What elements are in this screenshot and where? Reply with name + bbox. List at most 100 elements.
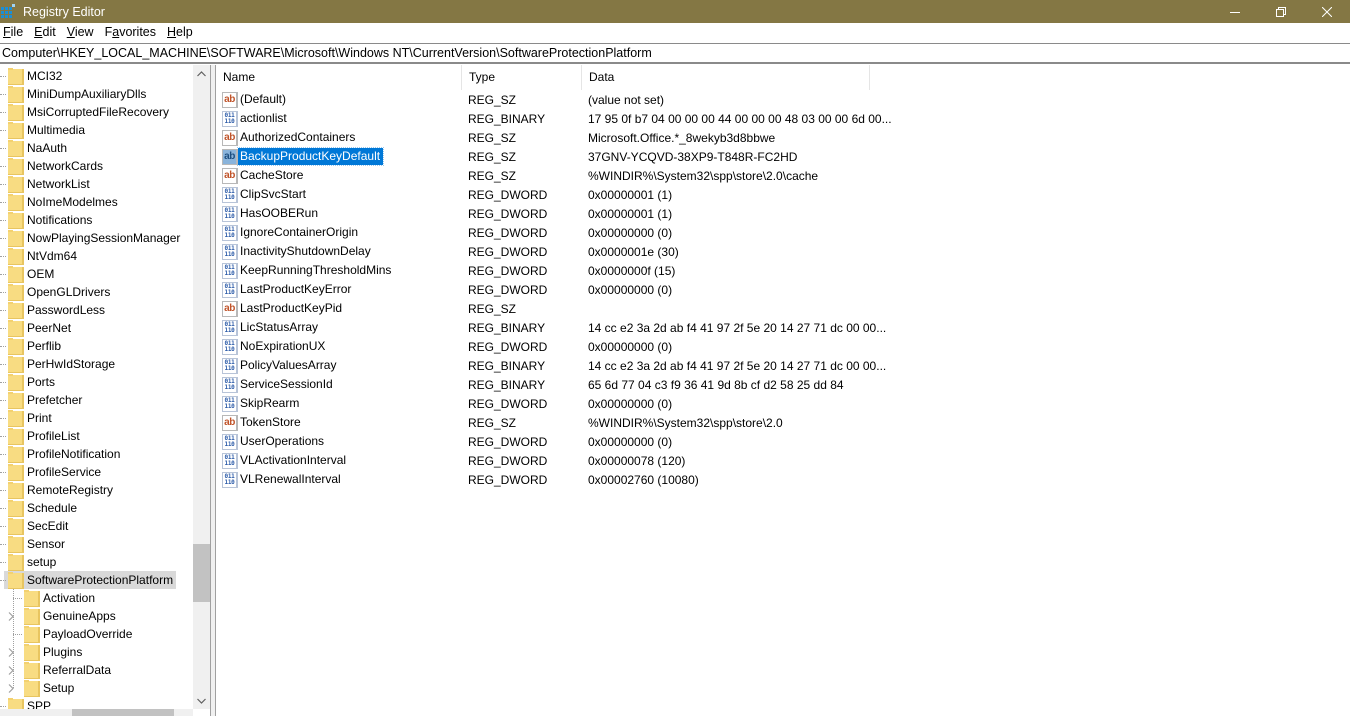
menu-help[interactable]: Help [164, 23, 199, 42]
value-row[interactable]: ab LastProductKeyPid REG_SZ [216, 299, 882, 318]
menu-view[interactable]: View [64, 23, 100, 42]
address-bar[interactable]: Computer\HKEY_LOCAL_MACHINE\SOFTWARE\Mic… [0, 43, 1350, 64]
tree-item-label: NowPlayingSessionManager [27, 231, 181, 245]
tree-item[interactable]: Plugins [24, 643, 85, 661]
tree-item-label: MsiCorruptedFileRecovery [27, 105, 170, 119]
tree-item[interactable]: Setup [24, 679, 77, 697]
tree-item[interactable]: Activation [24, 589, 98, 607]
value-data: 0x00002760 (10080) [588, 472, 699, 487]
tree-item[interactable]: PayloadOverride [24, 625, 135, 643]
value-row[interactable]: ab AuthorizedContainers REG_SZ Microsoft.Of… [216, 128, 882, 147]
value-row[interactable]: ab CacheStore REG_SZ %WINDIR%\System32\spp\… [216, 166, 882, 185]
value-row[interactable]: 011 110 PolicyValuesArray REG_BINARY 14 cc e… [216, 356, 886, 375]
tree-item[interactable]: Schedule [8, 499, 80, 517]
tree-item-label: Schedule [27, 501, 78, 515]
value-name: ServiceSessionId [240, 377, 333, 391]
value-type: REG_DWORD [468, 282, 548, 297]
tree-item[interactable]: NetworkList [8, 175, 93, 193]
value-row[interactable]: ab TokenStore REG_SZ %WINDIR%\System32\spp\… [216, 413, 882, 432]
tree-item[interactable]: MCI32 [8, 67, 65, 85]
value-row[interactable]: 011 110 SkipRearm REG_DWORD 0x00000000 (0) [216, 394, 882, 413]
menu-favorites[interactable]: Favorites [102, 23, 162, 42]
value-row[interactable]: 011 110 ClipSvcStart REG_DWORD 0x00000001 (1… [216, 185, 882, 204]
tree-item[interactable]: NoImeModelmes [8, 193, 121, 211]
tree-connector [13, 598, 22, 599]
restore-button[interactable] [1258, 0, 1304, 23]
value-type: REG_DWORD [468, 225, 548, 240]
tree-item-label: Print [27, 411, 52, 425]
tree-item[interactable]: PasswordLess [8, 301, 108, 319]
tree-horizontal-scroll-thumb[interactable] [72, 709, 174, 716]
tree-horizontal-scrollbar[interactable] [0, 709, 193, 716]
tree-item[interactable]: RemoteRegistry [8, 481, 116, 499]
value-data: 14 cc e2 3a 2d ab f4 41 97 2f 5e 20 14 2… [588, 320, 887, 335]
value-row[interactable]: 011 110 NoExpirationUX REG_DWORD 0x00000000 … [216, 337, 882, 356]
tree-item[interactable]: Sensor [8, 535, 68, 553]
minimize-icon [1230, 11, 1240, 13]
tree-item[interactable]: OEM [8, 265, 57, 283]
value-row[interactable]: 011 110 VLActivationInterval REG_DWORD 0x000… [216, 451, 882, 470]
tree-connector [0, 202, 6, 203]
string-value-icon: ab [222, 167, 238, 184]
tree-item[interactable]: SecEdit [8, 517, 71, 535]
value-row[interactable]: 011 110 InactivityShutdownDelay REG_DWORD 0x… [216, 242, 882, 261]
tree-item[interactable]: PeerNet [8, 319, 74, 337]
tree-connector [0, 274, 6, 275]
value-row[interactable]: ab BackupProductKeyDefault REG_SZ 37GNV-YCQ… [216, 147, 882, 166]
tree-item-label: OEM [27, 267, 55, 281]
tree-item[interactable]: Prefetcher [8, 391, 85, 409]
expand-chevron-icon[interactable] [6, 661, 16, 679]
tree-item[interactable]: Ports [8, 373, 58, 391]
close-button[interactable] [1304, 0, 1350, 23]
tree-item[interactable]: Print [8, 409, 55, 427]
value-data: 0x0000000f (15) [588, 263, 676, 278]
expand-chevron-icon[interactable] [6, 679, 16, 697]
value-data: 0x00000000 (0) [588, 225, 673, 240]
tree-item[interactable]: ProfileNotification [8, 445, 123, 463]
value-row[interactable]: 011 110 LastProductKeyError REG_DWORD 0x0000… [216, 280, 882, 299]
value-row[interactable]: 011 110 KeepRunningThresholdMins REG_DWORD 0… [216, 261, 882, 280]
expand-chevron-icon[interactable] [6, 643, 16, 661]
scroll-down-arrow-icon[interactable] [193, 692, 210, 709]
minimize-button[interactable] [1212, 0, 1258, 23]
tree-item[interactable]: NowPlayingSessionManager [8, 229, 183, 247]
value-row[interactable]: 011 110 LicStatusArray REG_BINARY 14 cc e2 3… [216, 318, 887, 337]
tree-item[interactable]: MsiCorruptedFileRecovery [8, 103, 172, 121]
value-row[interactable]: 011 110 ServiceSessionId REG_BINARY 65 6d 77… [216, 375, 882, 394]
tree-item[interactable]: NetworkCards [8, 157, 106, 175]
tree-item[interactable]: MiniDumpAuxiliaryDlls [8, 85, 149, 103]
tree-item[interactable]: Multimedia [8, 121, 88, 139]
value-row[interactable]: 011 110 VLRenewalInterval REG_DWORD 0x000027… [216, 470, 882, 489]
tree-item[interactable]: OpenGLDrivers [8, 283, 113, 301]
tree-item[interactable]: Perflib [8, 337, 64, 355]
value-row[interactable]: 011 110 UserOperations REG_DWORD 0x00000000 … [216, 432, 882, 451]
tree-vertical-scroll-thumb[interactable] [193, 544, 210, 602]
tree-item[interactable]: NtVdm64 [8, 247, 80, 265]
scroll-up-arrow-icon[interactable] [193, 65, 210, 82]
binary-value-icon: 011 110 [222, 262, 238, 279]
column-header-type[interactable]: Type [462, 65, 582, 90]
tree-item[interactable]: ProfileList [8, 427, 83, 445]
tree-connector [0, 238, 6, 239]
tree-item[interactable]: PerHwIdStorage [8, 355, 118, 373]
tree-item[interactable]: NaAuth [8, 139, 70, 157]
tree-item[interactable]: ReferralData [24, 661, 114, 679]
value-name-cell: 011 110 IgnoreContainerOrigin [216, 224, 462, 241]
value-row[interactable]: 011 110 HasOOBERun REG_DWORD 0x00000001 (1) [216, 204, 882, 223]
tree-vertical-scrollbar[interactable] [193, 65, 210, 709]
tree-item-label: RemoteRegistry [27, 483, 114, 497]
tree-item[interactable]: GenuineApps [24, 607, 119, 625]
value-row[interactable]: 011 110 actionlist REG_BINARY 17 95 0f b7 04… [216, 109, 892, 128]
tree-item[interactable]: Notifications [8, 211, 95, 229]
menu-file[interactable]: File [0, 23, 29, 42]
column-header-data[interactable]: Data [582, 65, 870, 90]
column-header-name[interactable]: Name [216, 65, 462, 90]
value-row[interactable]: 011 110 IgnoreContainerOrigin REG_DWORD 0x00… [216, 223, 882, 242]
tree-item[interactable]: SoftwareProtectionPlatform [4, 571, 177, 589]
value-row[interactable]: ab (Default) REG_SZ (value not set) [216, 90, 882, 109]
menu-edit[interactable]: Edit [31, 23, 62, 42]
tree-item[interactable]: setup [8, 553, 59, 571]
expand-chevron-icon[interactable] [6, 607, 16, 625]
value-name: LicStatusArray [240, 320, 319, 334]
tree-item[interactable]: ProfileService [8, 463, 104, 481]
